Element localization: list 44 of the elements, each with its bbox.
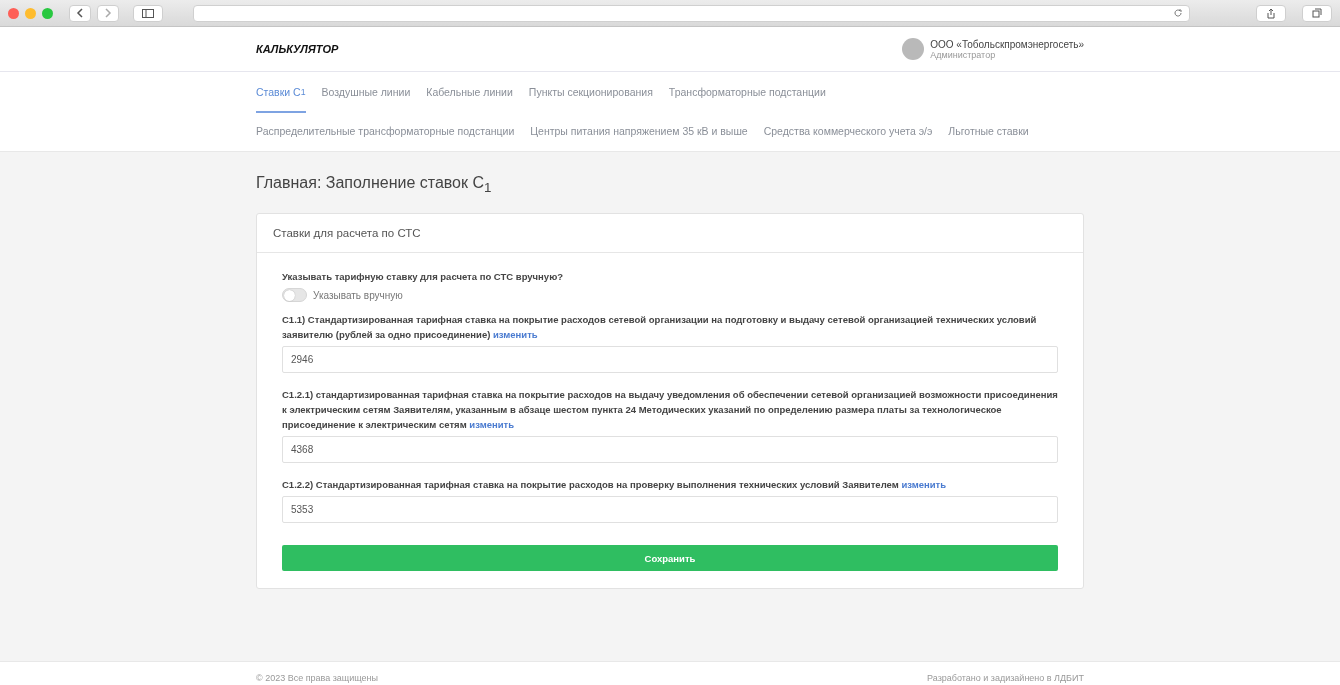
- nav-tab[interactable]: Центры питания напряжением 35 кВ и выше: [530, 112, 748, 151]
- toggle-switch[interactable]: [282, 288, 307, 303]
- field-label: С1.2.1) стандартизированная тарифная ставка на покрытие расходов на выдачу уведомления об обеспечении сетевой организацией возможности присоединения к электрическим сетям Заявителям, указанным в абзаце шестом пункта 24 Методических указаний по определению размера платы за технологическое присоединение к электрическим сетям изменить: [282, 388, 1058, 433]
- tabs-icon: [1312, 8, 1322, 18]
- nav-tab[interactable]: Распределительные трансформаторные подстанции: [256, 112, 515, 151]
- rate-input[interactable]: 5353: [282, 496, 1058, 524]
- forward-button[interactable]: [97, 4, 119, 22]
- chevron-right-icon: [104, 8, 112, 18]
- sidebar-button[interactable]: [133, 4, 163, 22]
- app-logo: КАЛЬКУЛЯТОР: [256, 43, 339, 55]
- nav-tab[interactable]: Пункты секционирования: [528, 74, 653, 113]
- nav-tab[interactable]: Средства коммерческого учета э/э: [763, 112, 933, 151]
- nav-tab[interactable]: Кабельные линии: [426, 74, 513, 113]
- toggle-question: Указывать тарифную ставку для расчета по СТС вручную?: [282, 270, 565, 285]
- rate-input[interactable]: 2946: [282, 346, 1058, 374]
- field-label: С1.1) Стандартизированная тарифная ставка на покрытие расходов сетевой организации на подготовку и выдачу сетевой организацией технических условий заявителю (рублей за одно присоединение) изменить: [282, 313, 1038, 343]
- save-button[interactable]: Сохранить: [282, 545, 1058, 572]
- close-window-icon[interactable]: [8, 7, 19, 19]
- edit-link[interactable]: изменить: [493, 329, 538, 341]
- nav-tab[interactable]: Воздушные линии: [321, 74, 411, 113]
- minimize-window-icon[interactable]: [25, 7, 36, 19]
- rate-input[interactable]: 4368: [282, 436, 1058, 464]
- reload-icon[interactable]: [1173, 8, 1183, 18]
- edit-link[interactable]: изменить: [469, 419, 515, 431]
- toggle-label: Указывать вручную: [313, 289, 403, 301]
- field-label: С1.2.2) Стандартизированная тарифная ставка на покрытие расходов на проверку выполнения технических условий Заявителем изменить: [282, 478, 948, 493]
- credit-text: Разработано и задизайнено в ЛДБИТ: [927, 673, 1084, 683]
- maximize-window-icon[interactable]: [42, 7, 53, 19]
- page-title: Главная: Заполнение ставок С$_{1}$: [256, 174, 493, 196]
- sidebar-icon: [142, 8, 154, 18]
- address-bar[interactable]: [193, 4, 1190, 22]
- organization-name: ООО «Тобольскпромэнергосеть»: [930, 38, 1084, 50]
- copyright-text: © 2023 Все права защищены: [256, 673, 379, 683]
- chevron-left-icon: [76, 8, 84, 18]
- share-icon: [1266, 7, 1276, 19]
- edit-link[interactable]: изменить: [901, 479, 947, 491]
- card-title: Ставки для расчета по СТС: [257, 214, 1083, 254]
- user-role: Администратор: [930, 49, 996, 60]
- nav-tab[interactable]: Льготные ставки: [948, 112, 1029, 151]
- nav-tab[interactable]: Трансформаторные подстанции: [668, 74, 826, 113]
- back-button[interactable]: [69, 4, 91, 22]
- tabs-button[interactable]: [1302, 4, 1332, 22]
- user-avatar: [902, 38, 925, 60]
- share-button[interactable]: [1256, 4, 1286, 22]
